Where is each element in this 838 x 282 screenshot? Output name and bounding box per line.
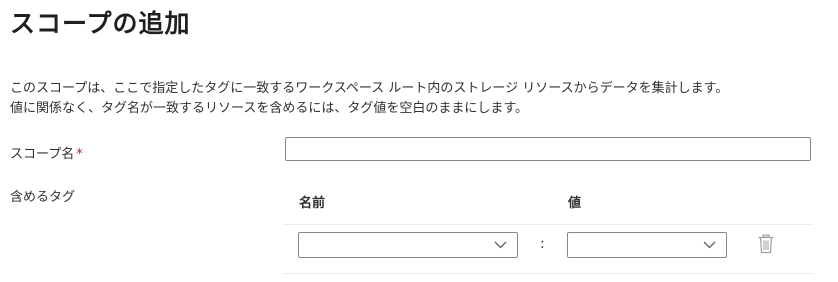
description-line-2: 値に関係なく、タグ名が一致するリソースを含めるには、タグ値を空白のままにします。 — [10, 101, 529, 116]
tag-value-dropdown[interactable] — [567, 232, 727, 258]
tag-name-dropdown[interactable] — [298, 232, 518, 258]
page-description: このスコープは、ここで指定したタグに一致するワークスペース ルート内のストレージ… — [10, 79, 728, 119]
include-tags-label: 含めるタグ — [10, 190, 76, 205]
chevron-down-icon — [703, 241, 716, 249]
scope-name-label: スコープ名 * — [10, 143, 83, 162]
tag-table-header: 名前 値 — [283, 180, 814, 225]
column-header-value: 値 — [568, 196, 582, 211]
tag-row: : — [283, 225, 814, 274]
tag-table: 名前 値 : — [283, 180, 814, 274]
description-line-1: このスコープは、ここで指定したタグに一致するワークスペース ルート内のストレージ… — [10, 81, 729, 96]
chevron-down-icon — [494, 241, 507, 249]
tag-separator: : — [540, 236, 545, 252]
required-marker: * — [76, 147, 83, 162]
column-header-name: 名前 — [299, 196, 326, 211]
trash-icon[interactable] — [757, 234, 775, 254]
scope-name-input[interactable] — [285, 137, 811, 161]
scope-name-label-text: スコープ名 — [10, 147, 75, 162]
page-title: スコープの追加 — [10, 9, 191, 38]
